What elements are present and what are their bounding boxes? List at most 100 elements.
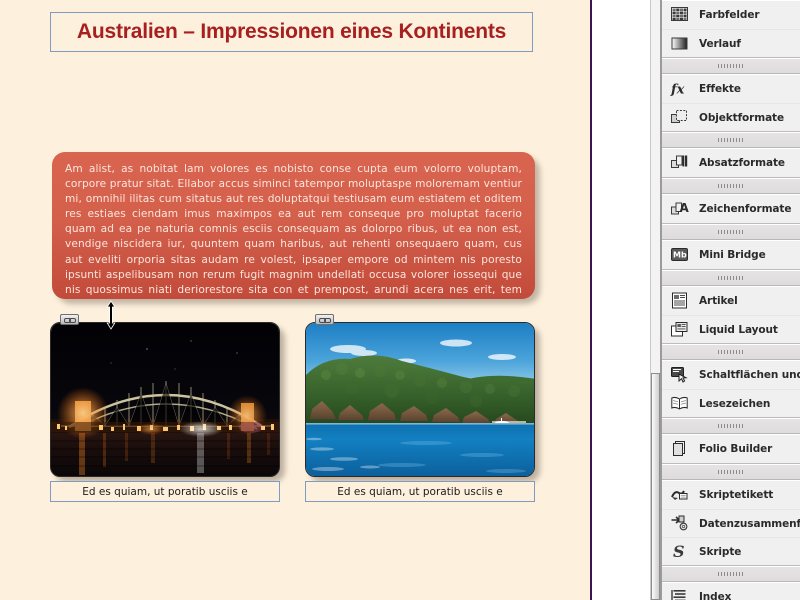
panel-item-label: Folio Builder [699,443,773,455]
panel-item-label: Zeichenformate [699,203,792,215]
caption-text-1: Ed es quiam, ut poratib usciis e [82,485,248,498]
panel-group-separator[interactable] [662,464,800,480]
panel-item-label: Effekte [699,83,741,95]
folio-builder-icon [670,439,690,459]
panel-group-separator[interactable] [662,344,800,360]
panel-group: Mb Mini Bridge [662,240,800,270]
buttons-forms-icon [670,365,690,385]
panel-item-swatches[interactable]: Farbfelder [662,1,800,29]
scripts-icon: S [670,542,690,562]
panel-group-separator[interactable] [662,566,800,582]
panel-item-label: Mini Bridge [699,249,766,261]
panel-item-character-styles[interactable]: A Zeichenformate [662,195,800,223]
panel-grip-icon [718,64,744,68]
panel-group: A Zeichenformate [662,194,800,224]
indesign-window: Australien – Impressionen eines Kontinen… [0,0,800,600]
panel-group: Absatzformate [662,148,800,178]
swatches-icon [670,5,690,25]
panel-item-label: Liquid Layout [699,323,778,336]
page-title: Australien – Impressionen eines Kontinen… [76,20,507,43]
image-2-link-badge-icon[interactable] [315,314,334,325]
vertical-resize-cursor-icon [104,300,118,330]
panel-group-separator[interactable] [662,58,800,74]
image-frame-coastal-island-landscape[interactable] [305,322,535,477]
index-icon [670,587,690,600]
panel-item-label: Index [699,591,732,600]
body-text-frame[interactable]: Am alist, as nobitat lam volores es nobi… [52,152,535,299]
caption-frame-2[interactable]: Ed es quiam, ut poratib usciis e [305,481,535,502]
panel-item-label: Lesezeichen [699,397,771,410]
bookmarks-icon [670,394,690,414]
panel-item-label: Absatzformate [699,157,785,169]
svg-text:A: A [680,201,690,215]
caption-frame-1[interactable]: Ed es quiam, ut poratib usciis e [50,481,280,502]
body-paragraph: Am alist, as nobitat lam volores es nobi… [65,163,522,299]
svg-text:fx: fx [670,83,685,98]
panel-item-label: Datenzusammenführu [699,517,800,530]
panel-dock[interactable]: Farbfelder Verlauf fx Effekte Objektformat… [661,0,800,600]
panel-item-bookmarks[interactable]: Lesezeichen [662,389,800,417]
character-styles-icon: A [670,199,690,219]
panel-group: Schaltflächen und Fo Lesezeichen [662,360,800,418]
gradient-icon [670,34,690,54]
panel-item-gradient[interactable]: Verlauf [662,29,800,57]
panel-group-separator[interactable] [662,224,800,240]
panel-item-index[interactable]: Index [662,583,800,600]
panel-item-script-label[interactable]: Skriptetikett [662,481,800,509]
panel-group-separator[interactable] [662,270,800,286]
panel-group: fx Effekte Objektformate [662,74,800,132]
fx-icon: fx [670,79,690,99]
panel-item-label: Verlauf [699,37,741,50]
panel-grip-icon [718,276,744,280]
caption-text-2: Ed es quiam, ut poratib usciis e [337,485,503,498]
panel-grip-icon [718,138,744,142]
sydney-harbour-bridge-night-image [51,323,279,476]
panel-item-fx[interactable]: fx Effekte [662,75,800,103]
svg-text:S: S [673,542,685,561]
articles-icon [670,291,690,311]
panel-item-label: Skripte [699,545,742,558]
panel-item-buttons-forms[interactable]: Schaltflächen und Fo [662,361,800,389]
panel-item-mini-bridge[interactable]: Mb Mini Bridge [662,241,800,269]
panel-group: Artikel Liquid Layout [662,286,800,344]
panel-item-articles[interactable]: Artikel [662,287,800,315]
paragraph-styles-icon [670,153,690,173]
panel-grip-icon [718,424,744,428]
panel-item-label: Objektformate [699,111,784,124]
panel-grip-icon [718,230,744,234]
panel-item-paragraph-styles[interactable]: Absatzformate [662,149,800,177]
object-styles-icon [670,108,690,128]
coastal-island-landscape-image [306,323,534,476]
panel-group-separator[interactable] [662,178,800,194]
scrollbar-thumb[interactable] [651,373,660,600]
document-canvas[interactable]: Australien – Impressionen eines Kontinen… [0,0,592,600]
image-1-link-badge-icon[interactable] [60,314,79,325]
panel-item-label: Schaltflächen und Fo [699,369,800,381]
panel-item-liquid-layout[interactable]: Liquid Layout [662,315,800,343]
panel-grip-icon [718,572,744,576]
script-label-icon [670,485,690,505]
pasteboard-strip [592,0,650,600]
panel-item-data-merge[interactable]: Datenzusammenführu [662,509,800,537]
panel-item-label: Skriptetikett [699,489,774,501]
image-frame-sydney-harbour-bridge-night[interactable] [50,322,280,477]
svg-text:Mb: Mb [673,251,687,260]
panel-group: Skriptetikett Datenzusammenführu S Skripte [662,480,800,566]
panel-item-scripts[interactable]: S Skripte [662,537,800,565]
panel-grip-icon [718,184,744,188]
mini-bridge-icon: Mb [670,245,690,265]
panel-item-object-styles[interactable]: Objektformate [662,103,800,131]
liquid-layout-icon [670,320,690,340]
panel-grip-icon [718,470,744,474]
panel-group: Farbfelder Verlauf [662,0,800,58]
panel-group: Folio Builder [662,434,800,464]
panel-item-folio-builder[interactable]: Folio Builder [662,435,800,463]
data-merge-icon [670,514,690,534]
panel-grip-icon [718,350,744,354]
panel-group-separator[interactable] [662,132,800,148]
panel-group-separator[interactable] [662,418,800,434]
title-text-frame[interactable]: Australien – Impressionen eines Kontinen… [50,12,533,52]
panel-group: Index [662,582,800,600]
panel-item-label: Artikel [699,295,738,307]
panel-item-label: Farbfelder [699,9,760,21]
